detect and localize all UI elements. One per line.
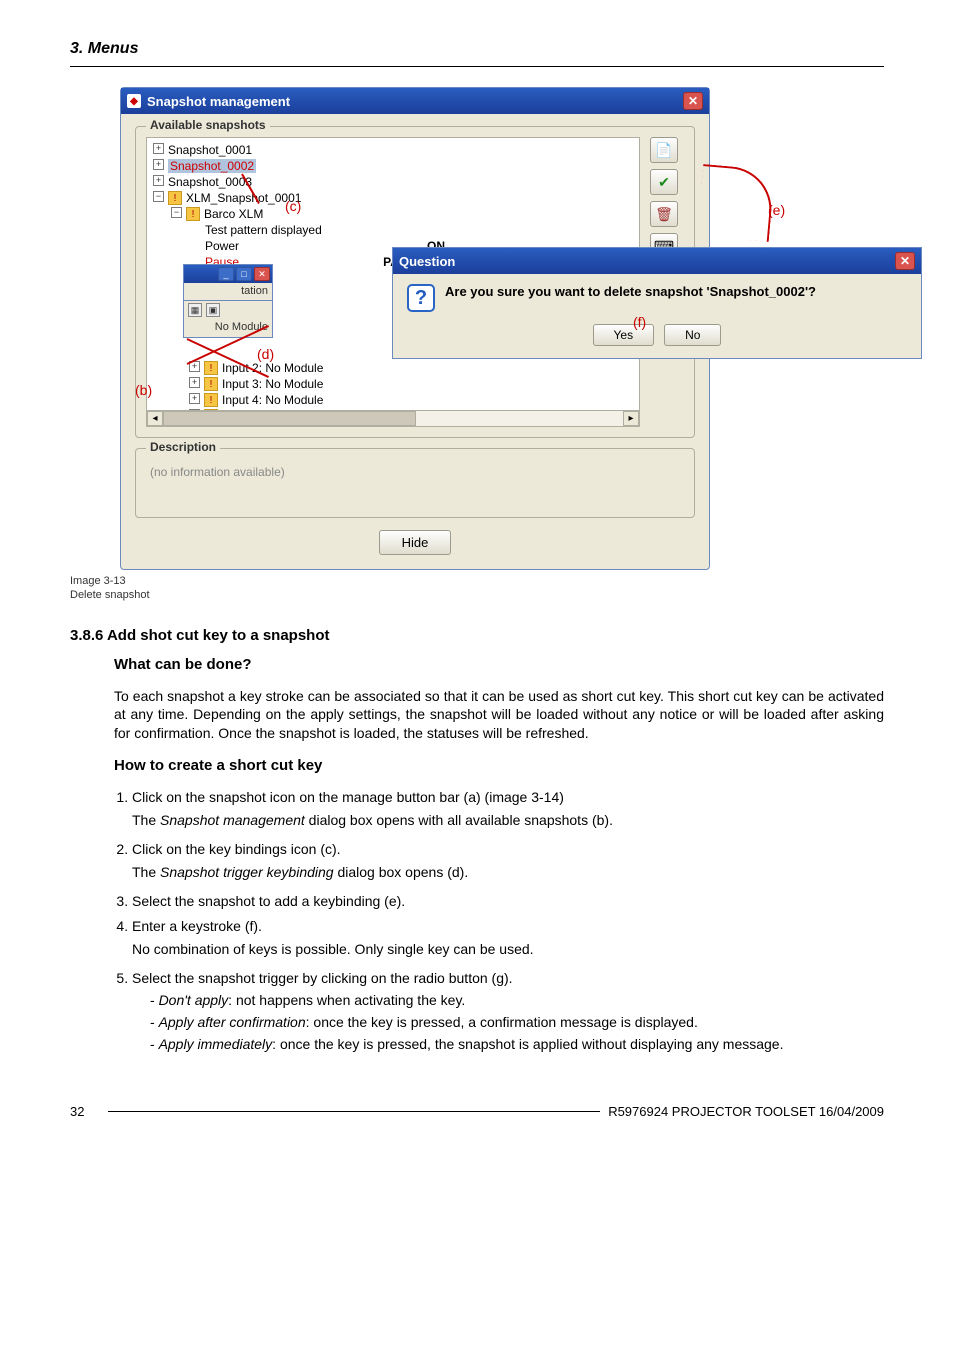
no-button[interactable]: No xyxy=(664,324,721,346)
side-toolbar: 📄 ✔ 🗑 ⌨ xyxy=(650,137,684,259)
image-number: Image 3-13 xyxy=(70,574,884,588)
horizontal-scrollbar[interactable]: ◂ ▸ xyxy=(147,410,639,426)
header-rule xyxy=(70,66,884,67)
callout-f: (f) xyxy=(633,314,646,330)
description-group: Description (no information available) xyxy=(135,448,695,518)
sub-heading: What can be done? xyxy=(114,656,884,673)
list-item: Don't apply: not happens when activating… xyxy=(150,991,884,1010)
tree-item[interactable]: −!XLM_Snapshot_0001 xyxy=(153,190,633,206)
window-titlebar: ◆ Snapshot management ✕ xyxy=(121,88,709,114)
chapter-header: 3. Menus xyxy=(70,40,884,64)
warning-icon: ! xyxy=(204,377,218,391)
mini-body: tation xyxy=(184,283,272,301)
body-paragraph: To each snapshot a key stroke can be ass… xyxy=(114,687,884,744)
callout-e-arc xyxy=(700,147,830,247)
hide-button[interactable]: Hide xyxy=(379,530,452,555)
dialog-message: Are you sure you want to delete snapshot… xyxy=(445,284,816,299)
expand-icon[interactable]: + xyxy=(153,159,164,170)
list-item: Apply immediately: once the key is press… xyxy=(150,1035,884,1054)
warning-icon: ! xyxy=(186,207,200,221)
scroll-left-icon[interactable]: ◂ xyxy=(147,411,163,426)
question-dialog: Question ✕ ? Are you sure you want to de… xyxy=(392,247,922,359)
tree-item[interactable]: +!Input 4: No Module xyxy=(153,392,633,408)
warning-icon: ! xyxy=(168,191,182,205)
warning-icon: ! xyxy=(204,361,218,375)
warning-icon: ! xyxy=(204,393,218,407)
image-caption: Delete snapshot xyxy=(70,588,884,602)
expand-icon[interactable]: + xyxy=(189,393,200,404)
tree-item-selected[interactable]: +Snapshot_0002 xyxy=(153,158,633,174)
window-title: Snapshot management xyxy=(147,94,290,109)
list-item: Click on the snapshot icon on the manage… xyxy=(132,788,884,830)
list-item: Select the snapshot trigger by clicking … xyxy=(132,969,884,1055)
tree-item[interactable]: +Snapshot_0001 xyxy=(153,142,633,158)
mini-window: ▦▣ No Module xyxy=(183,300,273,338)
tree-item[interactable]: +Snapshot_0003 xyxy=(153,174,633,190)
scrollbar-thumb[interactable] xyxy=(163,411,416,426)
callout-d: (d) xyxy=(257,346,274,362)
tree-item[interactable]: −!Barco XLM xyxy=(153,206,633,222)
tree-item[interactable]: +!Input 2: No Module xyxy=(153,360,633,376)
maximize-icon[interactable]: □ xyxy=(236,267,252,281)
camera-icon[interactable]: ▣ xyxy=(206,303,220,317)
new-snapshot-button[interactable]: 📄 xyxy=(650,137,678,163)
minimize-icon[interactable]: _ xyxy=(218,267,234,281)
callout-b: (b) xyxy=(135,382,152,398)
callout-c: (c) xyxy=(285,198,301,214)
close-icon[interactable]: ✕ xyxy=(683,92,703,110)
page-number: 32 xyxy=(70,1104,100,1119)
list-item: Select the snapshot to add a keybinding … xyxy=(132,892,884,911)
steps-list: Click on the snapshot icon on the manage… xyxy=(114,788,884,1054)
tree-item[interactable]: Test pattern displayed xyxy=(153,222,633,238)
expand-icon[interactable]: + xyxy=(153,175,164,186)
sub-heading: How to create a short cut key xyxy=(114,757,884,774)
collapse-icon[interactable]: − xyxy=(153,191,164,202)
dialog-title: Question xyxy=(399,254,455,269)
question-icon: ? xyxy=(407,284,435,312)
close-icon[interactable]: ✕ xyxy=(254,267,270,281)
description-text: (no information available) xyxy=(146,459,684,507)
mini-titlebar: _ □ ✕ xyxy=(184,265,272,283)
scroll-right-icon[interactable]: ▸ xyxy=(623,411,639,426)
group-label: Available snapshots xyxy=(146,118,270,132)
list-item: Apply after confirmation: once the key i… xyxy=(150,1013,884,1032)
tree-item[interactable]: +!Input 3: No Module xyxy=(153,376,633,392)
collapse-icon[interactable]: − xyxy=(171,207,182,218)
app-logo-icon: ◆ xyxy=(127,94,141,108)
expand-icon[interactable]: + xyxy=(153,143,164,154)
list-item: Click on the key bindings icon (c). The … xyxy=(132,840,884,882)
group-label: Description xyxy=(146,440,220,454)
page-footer: 32 R5976924 PROJECTOR TOOLSET 16/04/2009 xyxy=(70,1104,884,1119)
section-heading: 3.8.6 Add shot cut key to a snapshot xyxy=(70,627,884,644)
close-icon[interactable]: ✕ xyxy=(895,252,915,270)
apply-snapshot-button[interactable]: ✔ xyxy=(650,169,678,195)
list-item: Enter a keystroke (f). No combination of… xyxy=(132,917,884,959)
dialog-titlebar: Question ✕ xyxy=(393,248,921,274)
delete-snapshot-button[interactable]: 🗑 xyxy=(650,201,678,227)
callout-e: (e) xyxy=(768,202,785,218)
grid-icon[interactable]: ▦ xyxy=(188,303,202,317)
expand-icon[interactable]: + xyxy=(189,377,200,388)
mini-window: _ □ ✕ tation xyxy=(183,264,273,302)
doc-id: R5976924 PROJECTOR TOOLSET 16/04/2009 xyxy=(608,1104,884,1119)
